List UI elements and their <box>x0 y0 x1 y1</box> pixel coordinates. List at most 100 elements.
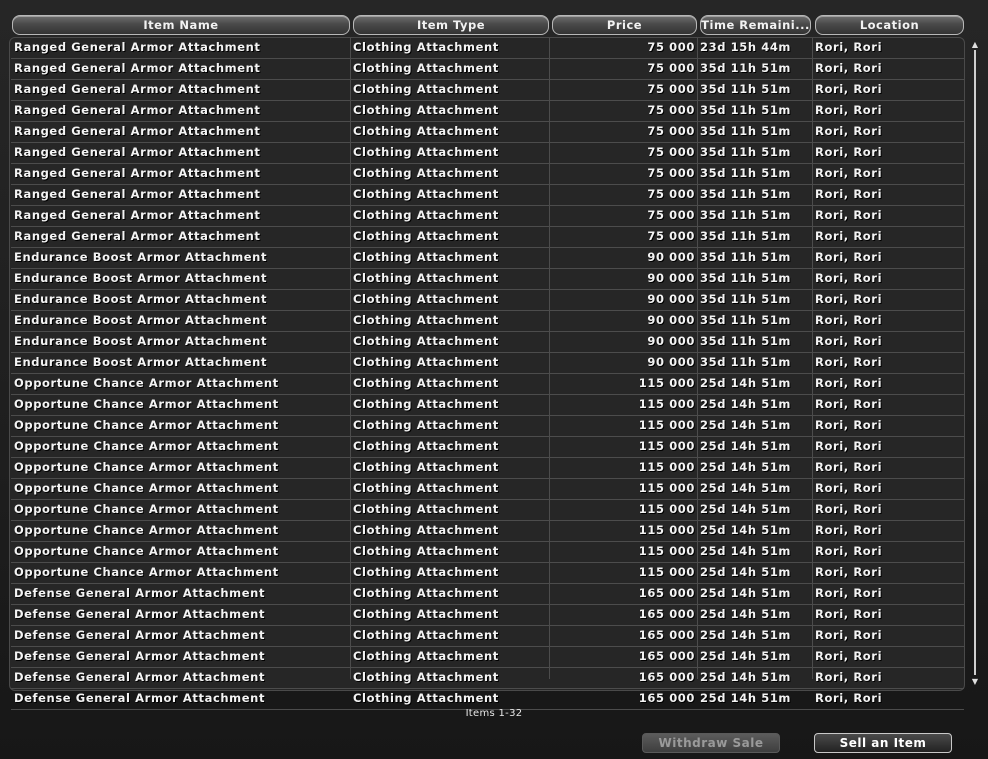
location-cell: Rori, Rori <box>815 40 883 54</box>
table-row[interactable]: Ranged General Armor Attachment Clothing … <box>11 164 964 185</box>
location-cell: Rori, Rori <box>815 145 883 159</box>
withdraw-sale-button[interactable]: Withdraw Sale <box>642 733 780 753</box>
table-row[interactable]: Endurance Boost Armor Attachment Clothing… <box>11 269 964 290</box>
price-cell: 75 000 <box>647 208 695 222</box>
location-cell: Rori, Rori <box>815 586 883 600</box>
location-cell: Rori, Rori <box>815 523 883 537</box>
price-cell: 115 000 <box>638 502 695 516</box>
table-row[interactable]: Defense General Armor Attachment Clothing… <box>11 668 964 689</box>
table-row[interactable]: Endurance Boost Armor Attachment Clothing… <box>11 353 964 374</box>
item-type-cell: Clothing Attachment <box>353 250 499 264</box>
item-name-cell: Defense General Armor Attachment <box>14 649 266 663</box>
sell-an-item-button[interactable]: Sell an Item <box>814 733 952 753</box>
location-cell: Rori, Rori <box>815 460 883 474</box>
time-remaining-cell: 35d 11h 51m <box>700 124 792 138</box>
item-type-cell: Clothing Attachment <box>353 607 499 621</box>
table-row[interactable]: Ranged General Armor Attachment Clothing … <box>11 80 964 101</box>
location-cell: Rori, Rori <box>815 208 883 222</box>
price-cell: 90 000 <box>647 334 695 348</box>
price-cell: 165 000 <box>638 628 695 642</box>
column-header-item-type[interactable]: Item Type <box>353 15 549 35</box>
table-row[interactable]: Opportune Chance Armor Attachment Clothin… <box>11 563 964 584</box>
item-name-cell: Opportune Chance Armor Attachment <box>14 376 279 390</box>
column-header-time-remaining[interactable]: Time Remaini... <box>700 15 811 35</box>
table-row[interactable]: Opportune Chance Armor Attachment Clothin… <box>11 374 964 395</box>
time-remaining-cell: 25d 14h 51m <box>700 607 792 621</box>
table-row[interactable]: Ranged General Armor Attachment Clothing … <box>11 101 964 122</box>
price-cell: 90 000 <box>647 250 695 264</box>
scrollbar-track[interactable] <box>974 50 976 675</box>
table-row[interactable]: Defense General Armor Attachment Clothing… <box>11 605 964 626</box>
item-type-cell: Clothing Attachment <box>353 691 499 705</box>
arrow-up-icon[interactable]: ▲ <box>970 40 980 50</box>
table-row[interactable]: Defense General Armor Attachment Clothing… <box>11 689 964 710</box>
item-name-cell: Endurance Boost Armor Attachment <box>14 334 268 348</box>
price-cell: 75 000 <box>647 145 695 159</box>
item-type-cell: Clothing Attachment <box>353 460 499 474</box>
table-row[interactable]: Opportune Chance Armor Attachment Clothin… <box>11 437 964 458</box>
item-type-cell: Clothing Attachment <box>353 355 499 369</box>
location-cell: Rori, Rori <box>815 481 883 495</box>
time-remaining-cell: 35d 11h 51m <box>700 250 792 264</box>
price-cell: 75 000 <box>647 124 695 138</box>
item-name-cell: Ranged General Armor Attachment <box>14 82 261 96</box>
item-name-cell: Opportune Chance Armor Attachment <box>14 397 279 411</box>
item-name-cell: Endurance Boost Armor Attachment <box>14 313 268 327</box>
column-header-item-name[interactable]: Item Name <box>12 15 350 35</box>
table-row[interactable]: Defense General Armor Attachment Clothing… <box>11 647 964 668</box>
column-header-price[interactable]: Price <box>552 15 697 35</box>
table-row[interactable]: Opportune Chance Armor Attachment Clothin… <box>11 458 964 479</box>
table-row[interactable]: Endurance Boost Armor Attachment Clothing… <box>11 248 964 269</box>
location-cell: Rori, Rori <box>815 229 883 243</box>
table-row[interactable]: Endurance Boost Armor Attachment Clothing… <box>11 311 964 332</box>
table-row[interactable]: Opportune Chance Armor Attachment Clothin… <box>11 479 964 500</box>
item-type-cell: Clothing Attachment <box>353 292 499 306</box>
item-type-cell: Clothing Attachment <box>353 313 499 327</box>
arrow-down-icon[interactable]: ▼ <box>970 677 980 687</box>
table-row[interactable]: Ranged General Armor Attachment Clothing … <box>11 227 964 248</box>
location-cell: Rori, Rori <box>815 607 883 621</box>
table-row[interactable]: Ranged General Armor Attachment Clothing … <box>11 59 964 80</box>
price-cell: 90 000 <box>647 271 695 285</box>
item-name-cell: Ranged General Armor Attachment <box>14 208 261 222</box>
table-row[interactable]: Ranged General Armor Attachment Clothing … <box>11 143 964 164</box>
table-row[interactable]: Opportune Chance Armor Attachment Clothin… <box>11 416 964 437</box>
location-cell: Rori, Rori <box>815 418 883 432</box>
item-type-cell: Clothing Attachment <box>353 376 499 390</box>
table-header: Item Name Item Type Price Time Remaini..… <box>12 15 964 35</box>
items-count-label: Items 1-32 <box>465 708 523 719</box>
price-cell: 115 000 <box>638 481 695 495</box>
item-name-cell: Ranged General Armor Attachment <box>14 103 261 117</box>
location-cell: Rori, Rori <box>815 250 883 264</box>
item-name-cell: Endurance Boost Armor Attachment <box>14 250 268 264</box>
table-row[interactable]: Endurance Boost Armor Attachment Clothing… <box>11 290 964 311</box>
location-cell: Rori, Rori <box>815 544 883 558</box>
table-row[interactable]: Opportune Chance Armor Attachment Clothin… <box>11 500 964 521</box>
table-row[interactable]: Defense General Armor Attachment Clothing… <box>11 584 964 605</box>
item-name-cell: Opportune Chance Armor Attachment <box>14 418 279 432</box>
item-type-cell: Clothing Attachment <box>353 334 499 348</box>
price-cell: 75 000 <box>647 187 695 201</box>
table-row[interactable]: Ranged General Armor Attachment Clothing … <box>11 38 964 59</box>
table-row[interactable]: Ranged General Armor Attachment Clothing … <box>11 206 964 227</box>
table-row[interactable]: Ranged General Armor Attachment Clothing … <box>11 185 964 206</box>
table-row[interactable]: Endurance Boost Armor Attachment Clothing… <box>11 332 964 353</box>
column-header-location[interactable]: Location <box>815 15 964 35</box>
item-type-cell: Clothing Attachment <box>353 439 499 453</box>
table-row[interactable]: Defense General Armor Attachment Clothing… <box>11 626 964 647</box>
time-remaining-cell: 35d 11h 51m <box>700 103 792 117</box>
time-remaining-cell: 25d 14h 51m <box>700 502 792 516</box>
location-cell: Rori, Rori <box>815 502 883 516</box>
item-type-cell: Clothing Attachment <box>353 229 499 243</box>
time-remaining-cell: 25d 14h 51m <box>700 565 792 579</box>
table-row[interactable]: Opportune Chance Armor Attachment Clothin… <box>11 395 964 416</box>
table-row[interactable]: Ranged General Armor Attachment Clothing … <box>11 122 964 143</box>
price-cell: 115 000 <box>638 376 695 390</box>
item-name-cell: Opportune Chance Armor Attachment <box>14 481 279 495</box>
table-row[interactable]: Opportune Chance Armor Attachment Clothin… <box>11 521 964 542</box>
item-type-cell: Clothing Attachment <box>353 649 499 663</box>
table-row[interactable]: Opportune Chance Armor Attachment Clothin… <box>11 542 964 563</box>
vertical-scrollbar[interactable]: ▲ ▼ <box>970 40 980 687</box>
item-name-cell: Ranged General Armor Attachment <box>14 61 261 75</box>
item-name-cell: Opportune Chance Armor Attachment <box>14 460 279 474</box>
